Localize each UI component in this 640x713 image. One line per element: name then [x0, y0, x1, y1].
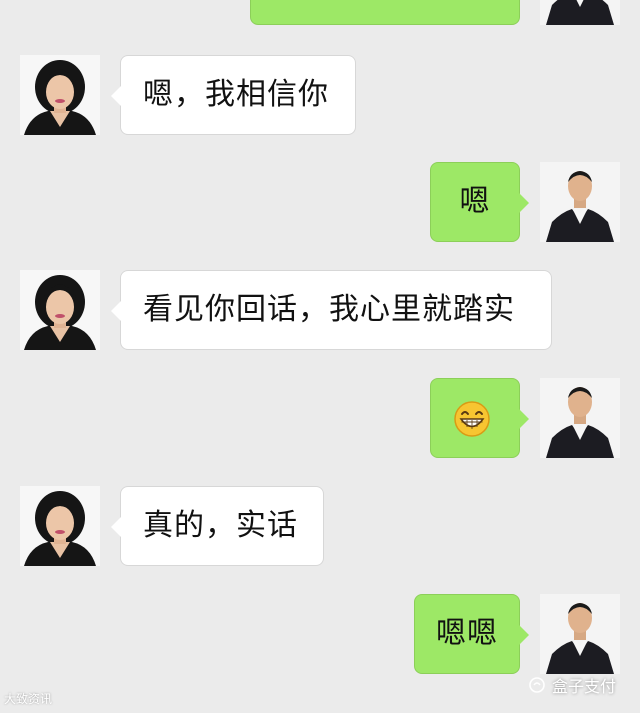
woman-avatar[interactable] — [20, 270, 100, 350]
man-avatar[interactable] — [540, 162, 620, 242]
message-text: 嗯，我相信你 — [143, 77, 329, 112]
message-text: 嗯 — [459, 184, 491, 219]
wechat-official-account-icon — [529, 677, 545, 693]
message-text: 看见你回话，我心里就踏实 — [143, 292, 515, 327]
watermark-right-text: 盒子支付 — [552, 677, 617, 696]
message-bubble-incoming[interactable]: 嗯，我相信你 — [111, 55, 356, 135]
message-text: 真的，实话 — [143, 508, 298, 543]
man-avatar[interactable] — [540, 378, 620, 458]
man-avatar[interactable] — [540, 0, 620, 25]
message-bubble-outgoing[interactable]: 嗯 — [430, 162, 529, 242]
message-bubble-incoming[interactable]: 看见你回话，我心里就踏实 — [111, 270, 552, 350]
watermark-left: 大致资讯 — [4, 690, 52, 707]
woman-avatar[interactable] — [20, 486, 100, 566]
grinning-face-emoji-icon — [454, 401, 490, 437]
woman-avatar[interactable] — [20, 55, 100, 135]
message-bubble-outgoing[interactable] — [430, 378, 529, 458]
message-bubble-outgoing[interactable] — [250, 0, 520, 25]
message-bubble-outgoing[interactable]: 嗯嗯 — [414, 594, 529, 674]
man-avatar[interactable] — [540, 594, 620, 674]
message-bubble-incoming[interactable]: 真的，实话 — [111, 486, 324, 566]
watermark-right: 盒子支付 — [528, 672, 616, 698]
chat-area: 嗯，我相信你 嗯 看见你回话，我心里就踏实 真的，实话 嗯嗯 大致资讯 盒子支付 — [0, 0, 640, 713]
message-text: 嗯嗯 — [436, 616, 498, 651]
watermark-left-text: 大致资讯 — [4, 692, 53, 706]
